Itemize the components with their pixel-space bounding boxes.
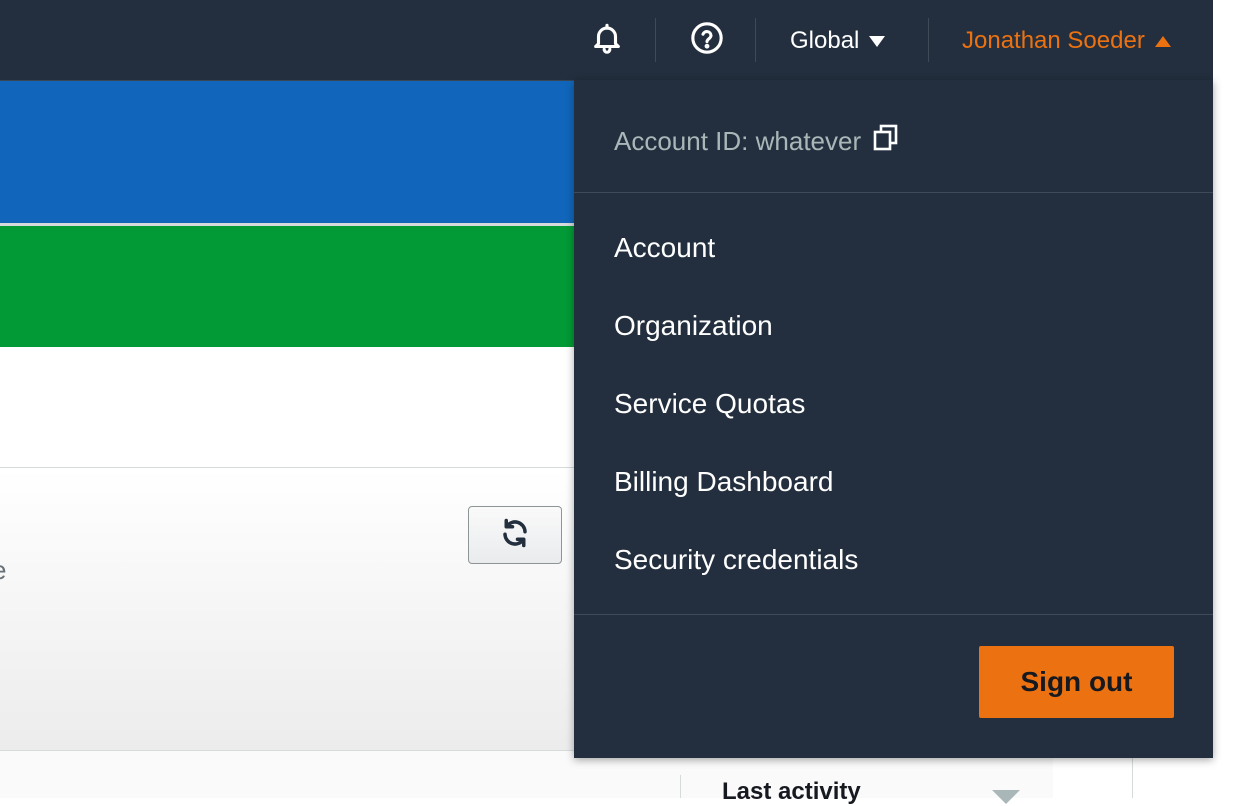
menu-divider [574, 614, 1213, 615]
copy-icon[interactable] [873, 124, 899, 159]
menu-item-security-credentials[interactable]: Security credentials [614, 544, 858, 576]
green-banner [0, 226, 574, 347]
sign-out-button[interactable]: Sign out [979, 646, 1174, 718]
menu-item-billing-dashboard[interactable]: Billing Dashboard [614, 466, 833, 498]
sort-icon[interactable] [992, 790, 1020, 804]
help-circle-icon [690, 21, 724, 60]
content-panel [0, 347, 574, 468]
top-navigation-bar: Global Jonathan Soeder [0, 0, 1213, 81]
column-divider [1132, 751, 1133, 798]
menu-item-service-quotas[interactable]: Service Quotas [614, 388, 805, 420]
help-button[interactable] [687, 20, 727, 60]
region-label: Global [790, 27, 860, 54]
nav-separator [655, 18, 656, 62]
user-dropdown-menu: Account ID: whatever Account Organizatio… [574, 80, 1213, 758]
blue-banner [0, 81, 574, 223]
column-divider [680, 775, 681, 798]
notifications-button[interactable] [587, 20, 627, 60]
nav-separator [928, 18, 929, 62]
refresh-button[interactable] [468, 506, 562, 564]
caret-down-icon [869, 35, 886, 47]
column-header-last-activity[interactable]: Last activity [722, 778, 861, 806]
account-id-text: Account ID: whatever [614, 126, 862, 156]
caret-up-icon [1154, 35, 1171, 47]
page-margin [1213, 0, 1246, 798]
user-menu-toggle[interactable]: Jonathan Soeder [962, 24, 1171, 58]
menu-divider [574, 192, 1213, 193]
menu-item-organization[interactable]: Organization [614, 310, 773, 342]
table-header [0, 751, 1053, 798]
region-selector[interactable]: Global [790, 24, 886, 58]
menu-item-account[interactable]: Account [614, 232, 715, 264]
user-name: Jonathan Soeder [962, 27, 1145, 54]
refresh-icon [500, 518, 530, 553]
account-id-row: Account ID: whatever [614, 124, 899, 159]
truncated-description: e [0, 555, 6, 586]
bell-icon [590, 21, 624, 60]
nav-separator [755, 18, 756, 62]
